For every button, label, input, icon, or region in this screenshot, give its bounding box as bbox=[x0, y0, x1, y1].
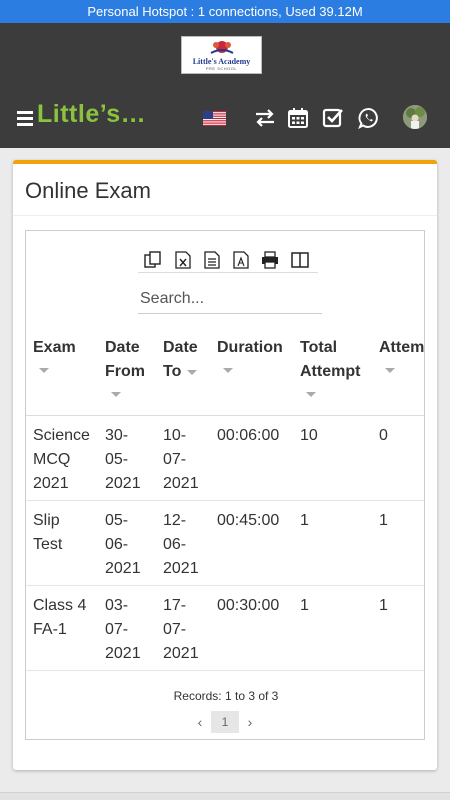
cell-date-to: 12- 06- 2021 bbox=[163, 512, 199, 577]
sort-caret-icon bbox=[223, 368, 233, 373]
export-toolbar bbox=[138, 247, 318, 273]
excel-icon[interactable] bbox=[172, 249, 194, 271]
cell-exam: Class 4 FA-1 bbox=[33, 597, 87, 638]
table-row[interactable]: Science MCQ 2021 30- 05- 2021 10- 07- 2021 00:… bbox=[26, 416, 424, 501]
pdf-icon[interactable] bbox=[230, 249, 252, 271]
sort-caret-icon bbox=[187, 369, 198, 375]
page-1-button[interactable]: 1 bbox=[211, 711, 239, 733]
sort-caret-icon bbox=[39, 368, 49, 373]
column-header-attempted[interactable]: Attem bbox=[379, 336, 424, 373]
status-bar: Personal Hotspot : 1 connections, Used 3… bbox=[0, 0, 450, 23]
bottom-strip bbox=[0, 792, 450, 800]
cell-total-attempt: 1 bbox=[300, 512, 309, 529]
columns-icon[interactable] bbox=[289, 249, 311, 271]
calendar-icon[interactable] bbox=[285, 105, 311, 131]
card-divider bbox=[13, 215, 437, 216]
online-exam-card: Online Exam Exam bbox=[13, 160, 437, 770]
cell-duration: 00:45:00 bbox=[217, 512, 280, 529]
prev-page-button[interactable]: ‹ bbox=[189, 711, 211, 733]
cell-total-attempt: 10 bbox=[300, 427, 318, 444]
cell-date-from: 05- 06- 2021 bbox=[105, 512, 141, 577]
cell-date-to: 17- 07- 2021 bbox=[163, 597, 199, 662]
records-info: Records: 1 to 3 of 3 bbox=[173, 689, 279, 703]
us-flag-icon[interactable] bbox=[203, 111, 226, 126]
sort-caret-icon bbox=[385, 368, 395, 373]
cell-exam: Slip Test bbox=[33, 512, 63, 553]
table-row[interactable]: Class 4 FA-1 03- 07- 2021 17- 07- 2021 00:30:… bbox=[26, 586, 424, 671]
column-header-exam[interactable]: Exam bbox=[33, 336, 76, 373]
exam-table-container: Exam Date From Date To Duration Total At… bbox=[25, 230, 425, 740]
pagination: ‹ 1 › bbox=[189, 711, 261, 733]
page-title: Online Exam bbox=[25, 178, 151, 203]
app-title: Little’s… bbox=[37, 100, 147, 128]
switch-icon[interactable] bbox=[252, 105, 278, 131]
cell-attempted: 0 bbox=[379, 427, 388, 444]
next-page-button[interactable]: › bbox=[239, 711, 261, 733]
csv-icon[interactable] bbox=[201, 249, 223, 271]
status-bar-text: Personal Hotspot : 1 connections, Used 3… bbox=[87, 4, 363, 19]
cell-duration: 00:06:00 bbox=[217, 427, 280, 444]
sort-caret-icon bbox=[111, 392, 121, 397]
column-header-date-to[interactable]: Date To bbox=[163, 336, 198, 384]
column-header-duration[interactable]: Duration bbox=[217, 336, 283, 373]
logo-subtitle: PRE SCHOOL bbox=[205, 66, 238, 71]
copy-icon[interactable] bbox=[142, 249, 164, 271]
logo-emblem-icon bbox=[210, 41, 233, 54]
school-logo[interactable]: Little's Academy PRE SCHOOL bbox=[181, 36, 262, 74]
cell-exam: Science MCQ 2021 bbox=[33, 427, 90, 492]
cell-attempted: 1 bbox=[379, 512, 388, 529]
cell-total-attempt: 1 bbox=[300, 597, 309, 614]
whatsapp-icon[interactable] bbox=[356, 105, 382, 131]
app-header: Little's Academy PRE SCHOOL Little’s… bbox=[0, 23, 450, 148]
print-icon[interactable] bbox=[259, 249, 281, 271]
cell-date-from: 30- 05- 2021 bbox=[105, 427, 141, 492]
menu-icon[interactable] bbox=[17, 108, 33, 126]
column-header-total-attempt[interactable]: Total Attempt bbox=[300, 336, 360, 397]
cell-date-from: 03- 07- 2021 bbox=[105, 597, 141, 662]
cell-date-to: 10- 07- 2021 bbox=[163, 427, 199, 492]
cell-duration: 00:30:00 bbox=[217, 597, 280, 614]
search-input[interactable] bbox=[138, 284, 322, 314]
column-header-date-from[interactable]: Date From bbox=[105, 336, 145, 397]
table-row[interactable]: Slip Test 05- 06- 2021 12- 06- 2021 00:45:00 … bbox=[26, 501, 424, 586]
logo-name: Little's Academy bbox=[192, 57, 251, 66]
sort-caret-icon bbox=[306, 392, 316, 397]
avatar[interactable] bbox=[403, 105, 427, 129]
cell-attempted: 1 bbox=[379, 597, 388, 614]
checkbox-icon[interactable] bbox=[320, 105, 346, 131]
